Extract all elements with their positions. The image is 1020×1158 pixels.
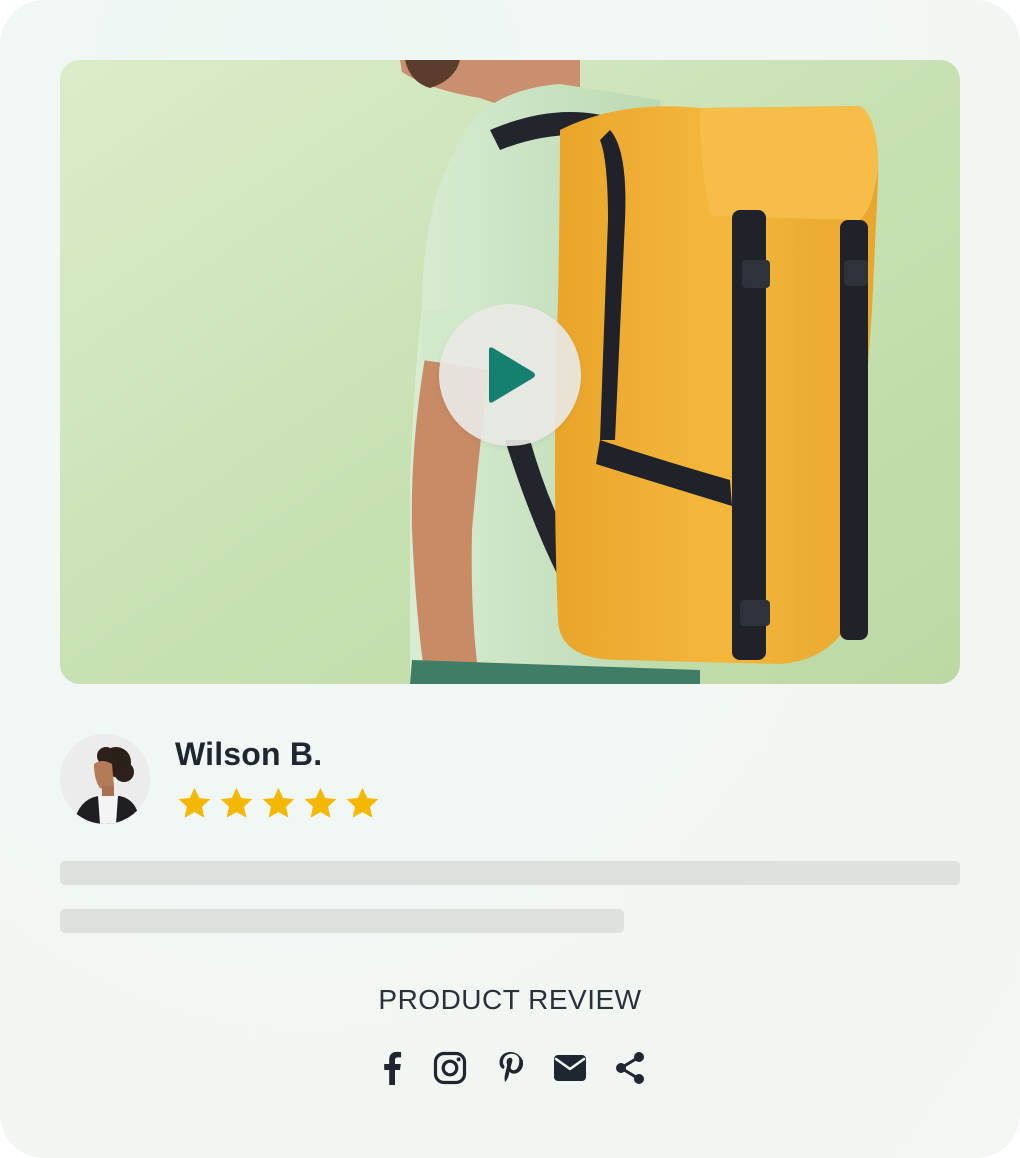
product-video[interactable] bbox=[60, 60, 960, 684]
star-icon bbox=[262, 787, 295, 818]
share-row bbox=[372, 1048, 648, 1088]
avatar-photo bbox=[60, 734, 150, 824]
pinterest-icon bbox=[499, 1052, 523, 1082]
facebook-icon bbox=[384, 1051, 402, 1085]
instagram-icon bbox=[433, 1051, 467, 1085]
play-icon bbox=[489, 347, 535, 403]
reviewer-name: Wilson B. bbox=[175, 736, 323, 772]
share-icon bbox=[616, 1052, 644, 1084]
play-button[interactable] bbox=[439, 304, 581, 446]
section-label: PRODUCT REVIEW bbox=[378, 984, 642, 1015]
star-icon bbox=[178, 787, 211, 818]
star-icon bbox=[346, 787, 379, 818]
reviewer-avatar bbox=[60, 734, 150, 824]
review-text-placeholder-line bbox=[60, 909, 624, 933]
pinterest-share-button[interactable] bbox=[490, 1048, 530, 1088]
star-icon bbox=[220, 787, 253, 818]
email-icon bbox=[554, 1055, 586, 1081]
review-text-placeholder-line bbox=[60, 861, 960, 885]
share-button[interactable] bbox=[610, 1048, 650, 1088]
star-icon bbox=[304, 787, 337, 818]
instagram-share-button[interactable] bbox=[430, 1048, 470, 1088]
email-share-button[interactable] bbox=[550, 1048, 590, 1088]
review-card: Wilson B. PRODUCT REVIEW bbox=[0, 0, 1020, 1158]
facebook-share-button[interactable] bbox=[372, 1048, 412, 1088]
star-rating bbox=[176, 785, 381, 822]
